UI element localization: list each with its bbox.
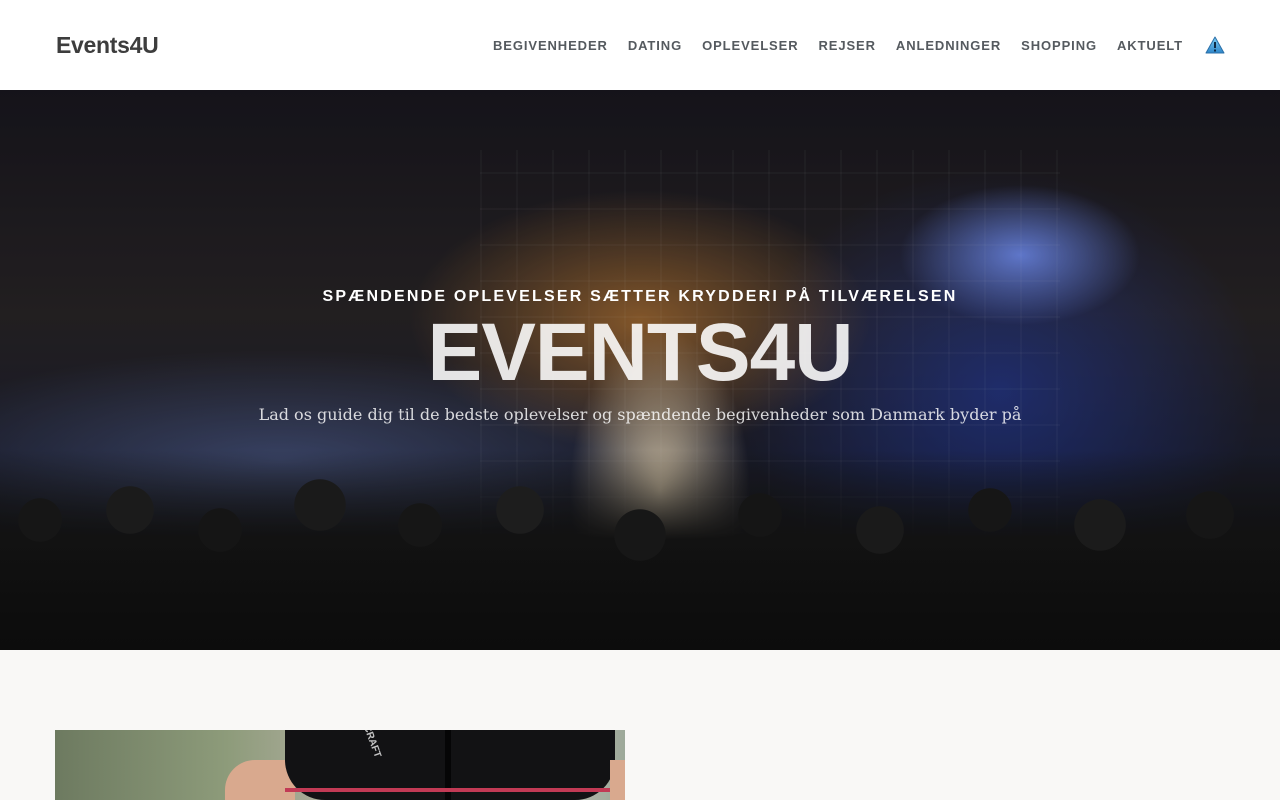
image-skin-right xyxy=(610,760,625,800)
site-header: Events4U BEGIVENHEDER DATING OPLEVELSER … xyxy=(0,0,1280,90)
hero-banner: SPÆNDENDE OPLEVELSER SÆTTER KRYDDERI PÅ … xyxy=(0,90,1280,650)
nav-item-anledninger[interactable]: ANLEDNINGER xyxy=(896,38,1001,53)
warning-icon[interactable] xyxy=(1205,35,1225,55)
site-logo[interactable]: Events4U xyxy=(56,32,159,59)
hero-subtitle: Lad os guide dig til de bedste oplevelse… xyxy=(258,405,1022,424)
nav-item-oplevelser[interactable]: OPLEVELSER xyxy=(702,38,798,53)
hero-tagline: SPÆNDENDE OPLEVELSER SÆTTER KRYDDERI PÅ … xyxy=(322,288,958,305)
main-nav: BEGIVENHEDER DATING OPLEVELSER REJSER AN… xyxy=(493,35,1225,55)
nav-item-dating[interactable]: DATING xyxy=(628,38,682,53)
nav-item-aktuelt[interactable]: AKTUELT xyxy=(1117,38,1183,53)
nav-item-begivenheder[interactable]: BEGIVENHEDER xyxy=(493,38,608,53)
image-stripe xyxy=(285,788,615,792)
nav-item-shopping[interactable]: SHOPPING xyxy=(1021,38,1097,53)
article-image[interactable]: CRAFT xyxy=(55,730,625,800)
hero-title: EVENTS4U xyxy=(427,307,854,398)
nav-item-rejser[interactable]: REJSER xyxy=(819,38,876,53)
hero-content: SPÆNDENDE OPLEVELSER SÆTTER KRYDDERI PÅ … xyxy=(0,285,1280,427)
